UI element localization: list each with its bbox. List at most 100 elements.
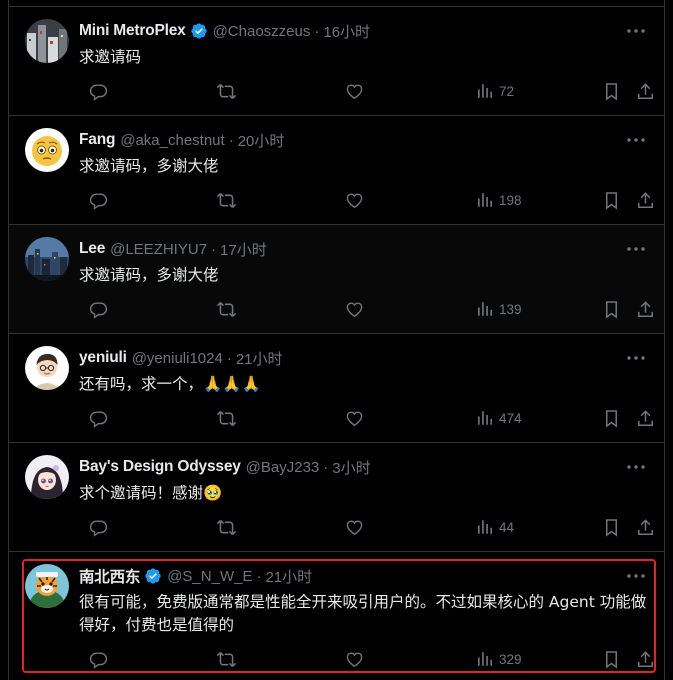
reply-icon[interactable] — [89, 517, 108, 537]
more-options-icon[interactable] — [626, 350, 646, 366]
timestamp[interactable]: 21小时 — [236, 348, 283, 369]
bookmark-icon[interactable] — [603, 408, 620, 428]
tweet-header: Mini MetroPlex @Chaoszzeus · 16小时 — [79, 21, 370, 41]
like-icon[interactable] — [345, 81, 364, 101]
cartoon-boy-avatar[interactable] — [25, 346, 69, 390]
action-bar: 139 — [79, 299, 654, 321]
reply-icon[interactable] — [89, 190, 108, 210]
user-handle[interactable]: @aka_chestnut — [120, 132, 224, 149]
more-options-icon[interactable] — [626, 241, 646, 257]
bookmark-icon[interactable] — [603, 190, 620, 210]
action-bar: 474 — [79, 408, 654, 430]
display-name[interactable]: yeniuli — [79, 349, 127, 367]
views-chart-icon — [478, 84, 493, 98]
reply-tweet[interactable]: Fang @aka_chestnut · 20小时 求邀请码，多谢大佬 198 — [9, 116, 664, 225]
reply-icon[interactable] — [89, 81, 108, 101]
reply-icon[interactable] — [89, 408, 108, 428]
tiger-avatar[interactable] — [25, 564, 69, 608]
views-count: 329 — [499, 651, 522, 667]
timestamp[interactable]: 21小时 — [265, 566, 312, 587]
tweet-text: 求邀请码 — [79, 48, 142, 66]
reply-tweet[interactable]: Bay's Design Odyssey @BayJ233 · 3小时 求个邀请… — [9, 443, 664, 552]
reply-tweet[interactable]: Lee @LEEZHIYU7 · 17小时 求邀请码，多谢大佬 139 — [9, 225, 664, 334]
like-icon[interactable] — [345, 190, 364, 210]
user-handle[interactable]: @LEEZHIYU7 — [110, 241, 207, 258]
like-icon[interactable] — [345, 517, 364, 537]
user-handle[interactable]: @Chaoszzeus — [213, 23, 311, 40]
repost-icon[interactable] — [216, 517, 237, 537]
views-count: 44 — [499, 519, 515, 535]
views-chart-icon — [478, 520, 493, 534]
repost-icon[interactable] — [216, 299, 237, 319]
share-icon[interactable] — [636, 517, 655, 537]
views-count: 474 — [499, 410, 522, 426]
reply-tweet[interactable]: yeniuli @yeniuli1024 · 21小时 还有吗，求一个，🙏🙏🙏 … — [9, 334, 664, 443]
views-stat[interactable]: 474 — [475, 408, 522, 428]
views-stat[interactable]: 198 — [475, 190, 522, 210]
tweet-header: Bay's Design Odyssey @BayJ233 · 3小时 — [79, 457, 371, 477]
tweet-text: 还有吗，求一个，🙏🙏🙏 — [79, 375, 261, 393]
separator-dot: · — [226, 349, 232, 367]
repost-icon[interactable] — [216, 649, 237, 669]
tweet-text: 很有可能，免费版通常都是性能全开来吸引用户的。不过如果核心的 Agent 功能做… — [79, 593, 647, 634]
timestamp[interactable]: 3小时 — [332, 457, 370, 478]
more-options-icon[interactable] — [626, 23, 646, 39]
more-options-icon[interactable] — [626, 132, 646, 148]
user-handle[interactable]: @S_N_W_E — [167, 568, 252, 585]
timestamp[interactable]: 20小时 — [238, 130, 285, 151]
tweet-header: yeniuli @yeniuli1024 · 21小时 — [79, 348, 283, 368]
more-options-icon[interactable] — [626, 568, 646, 584]
reply-tweet[interactable]: Mini MetroPlex @Chaoszzeus · 16小时 求邀请码 7… — [9, 7, 664, 116]
repost-icon[interactable] — [216, 190, 237, 210]
views-stat[interactable]: 72 — [475, 81, 514, 101]
city-night-avatar[interactable] — [25, 19, 69, 63]
share-icon[interactable] — [636, 299, 655, 319]
tweet-header: Fang @aka_chestnut · 20小时 — [79, 130, 284, 150]
bookmark-icon[interactable] — [603, 81, 620, 101]
separator-dot: · — [323, 458, 329, 476]
repost-icon[interactable] — [216, 81, 237, 101]
separator-dot: · — [314, 22, 320, 40]
display-name[interactable]: 南北西东 — [79, 565, 140, 587]
bookmark-icon[interactable] — [603, 299, 620, 319]
display-name[interactable]: Fang — [79, 131, 115, 149]
cartoon-girl-avatar[interactable] — [25, 455, 69, 499]
views-chart-icon — [478, 652, 493, 666]
views-count: 198 — [499, 192, 522, 208]
share-icon[interactable] — [636, 649, 655, 669]
display-name[interactable]: Mini MetroPlex — [79, 22, 186, 40]
user-handle[interactable]: @BayJ233 — [246, 459, 320, 476]
tweet-header: Lee @LEEZHIYU7 · 17小时 — [79, 239, 267, 259]
timestamp[interactable]: 17小时 — [220, 239, 267, 260]
display-name[interactable]: Bay's Design Odyssey — [79, 458, 241, 476]
separator-dot: · — [211, 240, 217, 258]
reply-icon[interactable] — [89, 299, 108, 319]
bookmark-icon[interactable] — [603, 517, 620, 537]
views-count: 139 — [499, 301, 522, 317]
timestamp[interactable]: 16小时 — [323, 21, 370, 42]
tweet-text: 求邀请码，多谢大佬 — [79, 157, 219, 175]
separator-dot: · — [228, 131, 234, 149]
reply-tweet[interactable]: 南北西东 @S_N_W_E · 21小时 很有可能，免费版通常都是性能全开来吸引… — [9, 552, 664, 680]
repost-icon[interactable] — [216, 408, 237, 428]
views-count: 72 — [499, 83, 515, 99]
emoji-face-avatar[interactable] — [25, 128, 69, 172]
verified-badge-icon — [144, 567, 162, 585]
like-icon[interactable] — [345, 408, 364, 428]
views-stat[interactable]: 329 — [475, 649, 522, 669]
bookmark-icon[interactable] — [603, 649, 620, 669]
share-icon[interactable] — [636, 408, 655, 428]
display-name[interactable]: Lee — [79, 240, 105, 258]
verified-badge-icon — [190, 22, 208, 40]
action-bar: 44 — [79, 517, 654, 539]
share-icon[interactable] — [636, 190, 655, 210]
views-stat[interactable]: 44 — [475, 517, 514, 537]
share-icon[interactable] — [636, 81, 655, 101]
skyline-avatar[interactable] — [25, 237, 69, 281]
user-handle[interactable]: @yeniuli1024 — [132, 350, 223, 367]
like-icon[interactable] — [345, 649, 364, 669]
reply-icon[interactable] — [89, 649, 108, 669]
like-icon[interactable] — [345, 299, 364, 319]
views-stat[interactable]: 139 — [475, 299, 522, 319]
more-options-icon[interactable] — [626, 459, 646, 475]
